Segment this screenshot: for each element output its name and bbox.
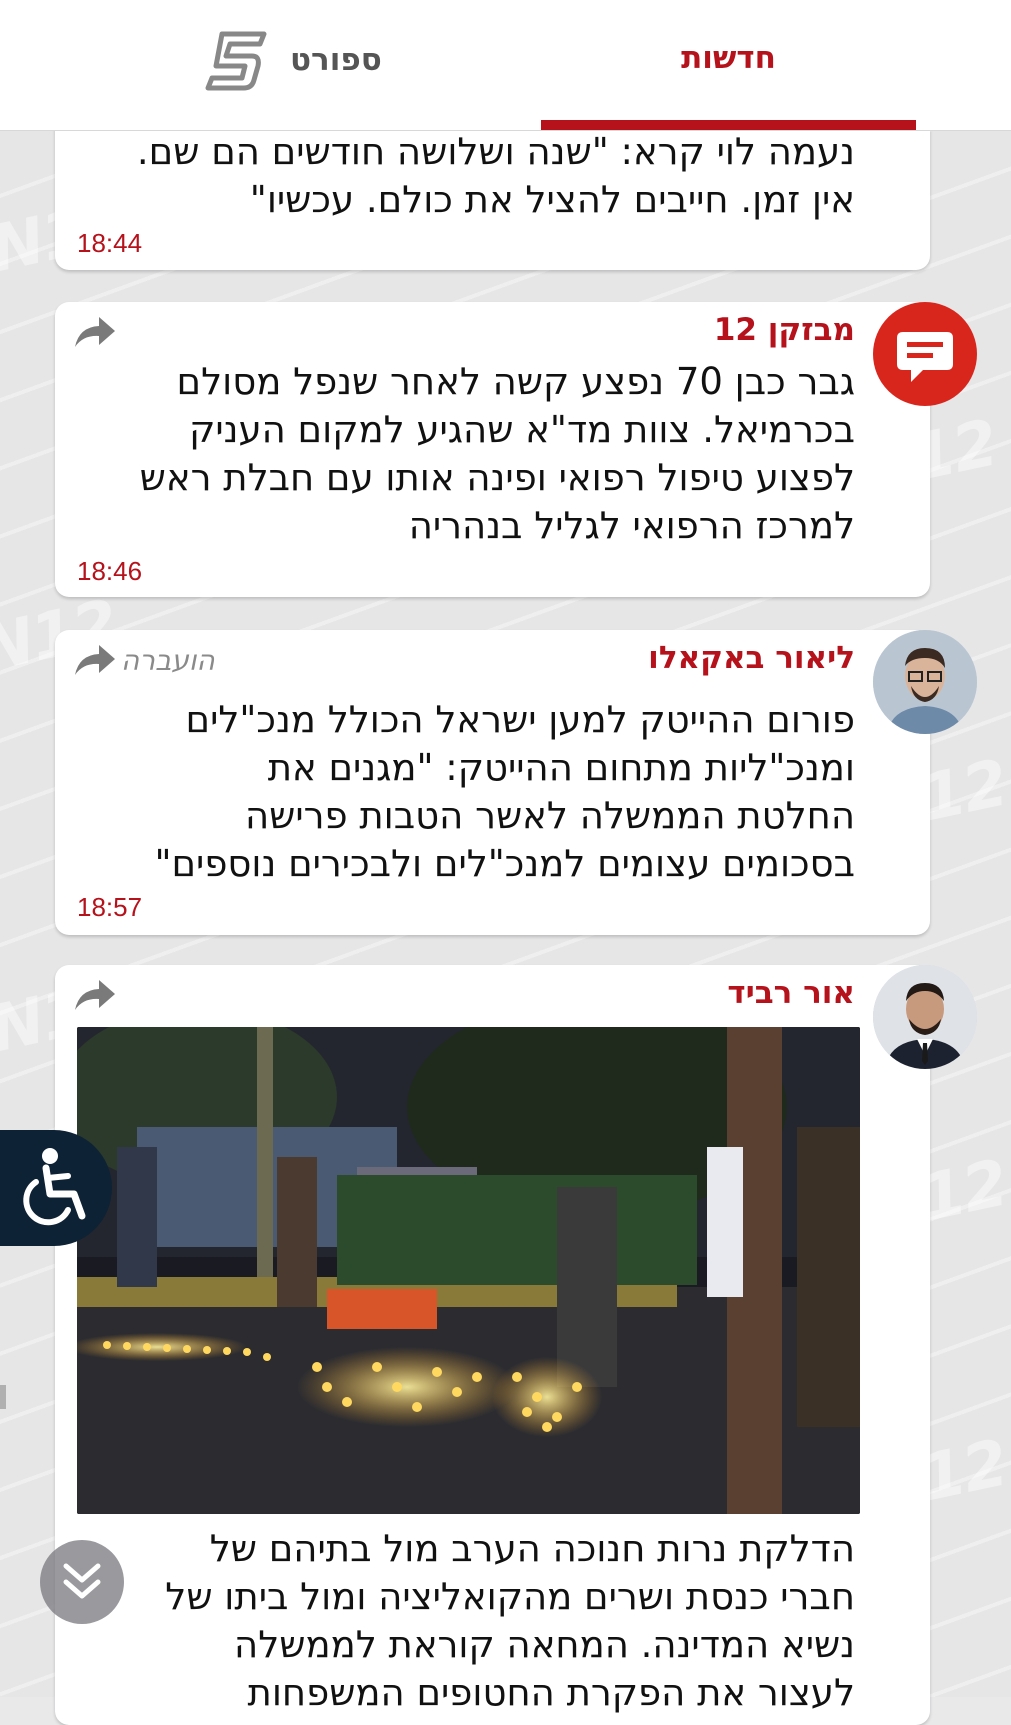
- author-avatar: [873, 965, 977, 1069]
- news-item[interactable]: ליאור באקאלו הועברה פורום ההייטק למען יש…: [55, 630, 930, 935]
- tab-sport-label: ספורט: [290, 42, 382, 78]
- news-item-text: גבר כבן 70 נפצע קשה לאחר שנפל מסולם בכרמ…: [75, 358, 855, 550]
- news-item-text: הדלקת נרות חנוכה הערב מול בתיהם של חברי …: [75, 1525, 855, 1717]
- news-text-line: נעמה לוי קרא: "שנה ושלושה חודשים הם שם.: [136, 130, 855, 173]
- top-tab-bar: ספורט חדשות: [0, 0, 1011, 131]
- news-text-line: לפצוע טיפול רפואי ופינה אותו עם חבלת ראש: [139, 456, 855, 499]
- side-handle[interactable]: [0, 1385, 6, 1409]
- news-item[interactable]: אור רביד הדלקת נרות חנוכה הערב מול בתיהם…: [55, 965, 930, 1725]
- share-arrow-icon: [75, 317, 115, 347]
- author-avatar: [873, 630, 977, 734]
- news-item-author: מבזקן 12: [713, 312, 855, 348]
- tab-news[interactable]: חדשות: [541, 0, 916, 130]
- news-text-line: חברי כנסת ושרים מהקואליציה ומול ביתו של: [165, 1575, 855, 1618]
- news-text-line: הדלקת נרות חנוכה הערב מול בתיהם של: [209, 1527, 855, 1570]
- candle-protest-photo: [77, 1027, 860, 1514]
- news-text-line: גבר כבן 70 נפצע קשה לאחר שנפל מסולם: [176, 360, 855, 403]
- news-item-text: נעמה לוי קרא: "שנה ושלושה חודשים הם שם. …: [75, 128, 855, 224]
- active-tab-indicator: [541, 120, 916, 130]
- news-text-line: אין זמן. חייבים להציל את כולם. עכשיו": [249, 178, 855, 221]
- share-arrow-icon: [75, 645, 115, 675]
- person-photo-icon: [873, 965, 977, 1069]
- chat-bubble-icon: [897, 332, 953, 382]
- news-text-line: בכרמיאל. צוות מד"א שהגיע למקום העניק: [189, 408, 855, 451]
- forwarded-label: הועברה: [121, 643, 215, 677]
- news-item[interactable]: מבזקן 12 גבר כבן 70 נפצע קשה לאחר שנפל מ…: [55, 302, 930, 597]
- wheelchair-icon: [23, 1148, 86, 1226]
- tab-sport[interactable]: ספורט: [200, 26, 400, 106]
- scroll-to-bottom-button[interactable]: [40, 1540, 124, 1624]
- news-text-line: בסכומים עצומים למנכ"לים ולבכירים נוספים": [154, 842, 855, 885]
- share-button[interactable]: [73, 312, 117, 352]
- news-photo[interactable]: [77, 1027, 860, 1514]
- double-chevron-down-icon: [63, 1563, 101, 1599]
- news-item-time: 18:44: [77, 228, 143, 258]
- channel-5-logo-icon: [205, 31, 267, 91]
- news-text-line: החלטת הממשלה לאשר הטבות פרישה: [244, 794, 855, 837]
- share-arrow-icon: [75, 980, 115, 1010]
- news-text-line: פורום ההייטק למען ישראל הכולל מנכ"לים: [185, 698, 855, 741]
- news-item-author: ליאור באקאלו: [648, 640, 855, 676]
- tab-news-label: חדשות: [681, 40, 776, 76]
- news-item-time: 18:46: [77, 556, 143, 586]
- news-text-line: לעצור את הפקרת החטופים המשפחות: [247, 1671, 855, 1714]
- share-button[interactable]: [73, 975, 117, 1015]
- person-photo-icon: [873, 630, 977, 734]
- news-text-line: ומנכ"ליות מתחום ההייטק: "מגנים את: [267, 746, 855, 789]
- news-text-line: נשיא המדינה. המחאה קוראת לממשלה: [234, 1623, 855, 1666]
- news-item-author: אור רביד: [727, 975, 855, 1011]
- news-item-time: 18:57: [77, 892, 143, 922]
- author-avatar: [873, 302, 977, 406]
- news-item-text: פורום ההייטק למען ישראל הכולל מנכ"לים ומ…: [75, 696, 855, 888]
- share-button[interactable]: הועברה: [73, 640, 215, 680]
- news-text-line: למרכז הרפואי לגליל בנהריה: [408, 504, 855, 547]
- accessibility-button[interactable]: [0, 1130, 112, 1246]
